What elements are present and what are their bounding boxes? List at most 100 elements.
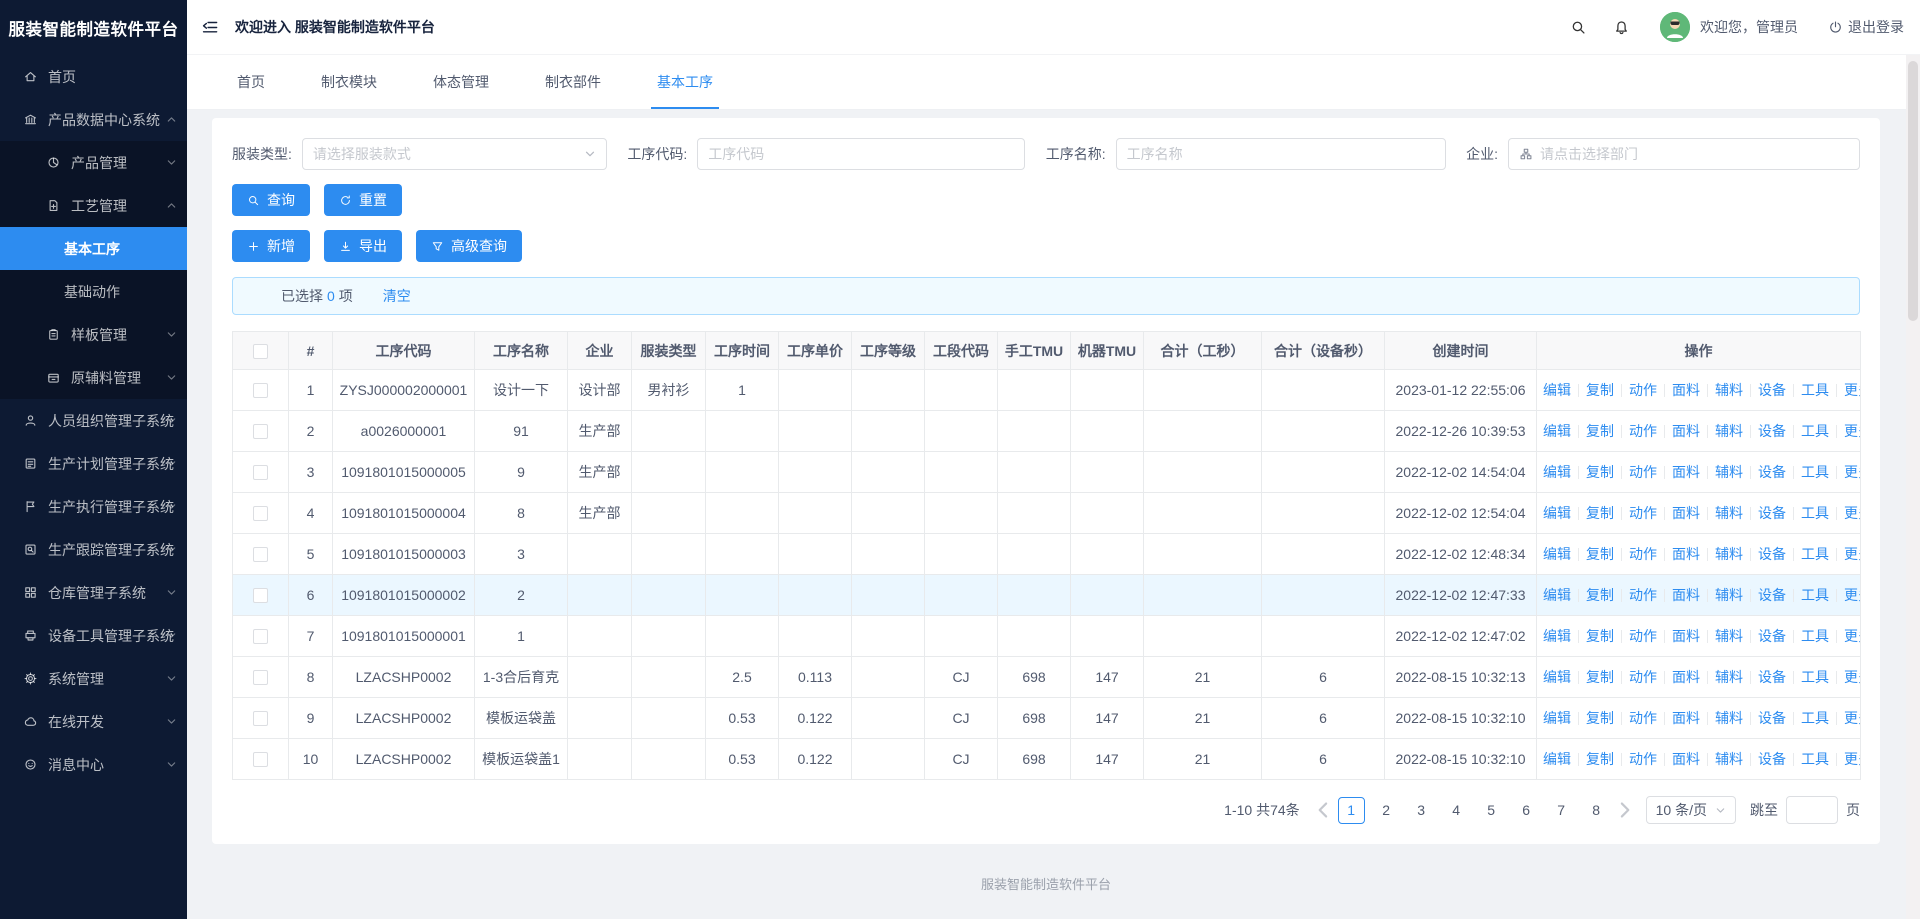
- tab-4-active[interactable]: 基本工序: [637, 55, 733, 109]
- op-tool-link[interactable]: 工具: [1801, 423, 1829, 439]
- op-accessory-link[interactable]: 辅料: [1715, 382, 1743, 398]
- op-more-link[interactable]: 更多: [1844, 669, 1860, 685]
- op-edit-link[interactable]: 编辑: [1543, 587, 1571, 603]
- op-equipment-link[interactable]: 设备: [1758, 751, 1786, 767]
- op-copy-link[interactable]: 复制: [1586, 628, 1614, 644]
- op-equipment-link[interactable]: 设备: [1758, 710, 1786, 726]
- sidebar-item-personnel-org[interactable]: 人员组织管理子系统: [0, 399, 187, 442]
- op-edit-link[interactable]: 编辑: [1543, 464, 1571, 480]
- op-fabric-link[interactable]: 面料: [1672, 669, 1700, 685]
- op-accessory-link[interactable]: 辅料: [1715, 505, 1743, 521]
- op-accessory-link[interactable]: 辅料: [1715, 710, 1743, 726]
- search-icon[interactable]: [1570, 19, 1587, 36]
- op-copy-link[interactable]: 复制: [1586, 751, 1614, 767]
- op-equipment-link[interactable]: 设备: [1758, 546, 1786, 562]
- op-edit-link[interactable]: 编辑: [1543, 628, 1571, 644]
- page-button[interactable]: 5: [1478, 797, 1505, 824]
- page-button[interactable]: 7: [1548, 797, 1575, 824]
- op-copy-link[interactable]: 复制: [1586, 382, 1614, 398]
- process-name-input[interactable]: [1115, 138, 1446, 170]
- row-checkbox[interactable]: [253, 424, 268, 440]
- scrollbar[interactable]: [1906, 55, 1920, 919]
- op-copy-link[interactable]: 复制: [1586, 587, 1614, 603]
- op-action-link[interactable]: 动作: [1629, 423, 1657, 439]
- op-copy-link[interactable]: 复制: [1586, 423, 1614, 439]
- op-copy-link[interactable]: 复制: [1586, 464, 1614, 480]
- advanced-query-button[interactable]: 高级查询: [416, 230, 522, 262]
- select-all-checkbox[interactable]: [253, 343, 268, 359]
- sidebar-item-home[interactable]: 首页: [0, 55, 187, 98]
- query-button[interactable]: 查询: [232, 184, 310, 216]
- op-edit-link[interactable]: 编辑: [1543, 669, 1571, 685]
- op-accessory-link[interactable]: 辅料: [1715, 464, 1743, 480]
- op-fabric-link[interactable]: 面料: [1672, 382, 1700, 398]
- sidebar-item-equipment-tool[interactable]: 设备工具管理子系统: [0, 614, 187, 657]
- op-tool-link[interactable]: 工具: [1801, 546, 1829, 562]
- department-picker[interactable]: 请点击选择部门: [1507, 138, 1860, 170]
- page-button-current[interactable]: 1: [1337, 796, 1365, 824]
- sidebar-item-process-mgmt[interactable]: 工艺管理: [0, 184, 187, 227]
- sidebar-item-basic-process[interactable]: 基本工序: [0, 227, 187, 270]
- op-fabric-link[interactable]: 面料: [1672, 464, 1700, 480]
- op-accessory-link[interactable]: 辅料: [1715, 628, 1743, 644]
- row-checkbox[interactable]: [253, 711, 268, 727]
- op-edit-link[interactable]: 编辑: [1543, 546, 1571, 562]
- op-equipment-link[interactable]: 设备: [1758, 464, 1786, 480]
- op-edit-link[interactable]: 编辑: [1543, 751, 1571, 767]
- reset-button[interactable]: 重置: [324, 184, 402, 216]
- tab-2[interactable]: 体态管理: [413, 55, 509, 109]
- op-more-link[interactable]: 更多: [1844, 710, 1860, 726]
- user-info[interactable]: 欢迎您，管理员: [1660, 12, 1798, 42]
- row-checkbox[interactable]: [253, 752, 268, 768]
- process-code-input[interactable]: [697, 138, 1026, 170]
- page-button[interactable]: 2: [1373, 797, 1400, 824]
- op-tool-link[interactable]: 工具: [1801, 382, 1829, 398]
- next-page-button[interactable]: [1614, 797, 1636, 823]
- prev-page-button[interactable]: [1312, 797, 1334, 823]
- op-equipment-link[interactable]: 设备: [1758, 423, 1786, 439]
- op-edit-link[interactable]: 编辑: [1543, 423, 1571, 439]
- bell-icon[interactable]: [1613, 19, 1630, 36]
- op-edit-link[interactable]: 编辑: [1543, 710, 1571, 726]
- op-accessory-link[interactable]: 辅料: [1715, 423, 1743, 439]
- op-copy-link[interactable]: 复制: [1586, 505, 1614, 521]
- op-more-link[interactable]: 更多: [1844, 382, 1860, 398]
- sidebar-item-product-mgmt[interactable]: 产品管理: [0, 141, 187, 184]
- op-action-link[interactable]: 动作: [1629, 587, 1657, 603]
- op-more-link[interactable]: 更多: [1844, 505, 1860, 521]
- op-fabric-link[interactable]: 面料: [1672, 751, 1700, 767]
- row-checkbox[interactable]: [253, 588, 268, 604]
- logout-button[interactable]: 退出登录: [1828, 17, 1904, 37]
- op-tool-link[interactable]: 工具: [1801, 505, 1829, 521]
- op-equipment-link[interactable]: 设备: [1758, 587, 1786, 603]
- op-copy-link[interactable]: 复制: [1586, 669, 1614, 685]
- op-tool-link[interactable]: 工具: [1801, 669, 1829, 685]
- garment-type-select[interactable]: 请选择服装款式: [301, 138, 607, 170]
- op-action-link[interactable]: 动作: [1629, 710, 1657, 726]
- op-action-link[interactable]: 动作: [1629, 628, 1657, 644]
- sidebar-item-online-dev[interactable]: 在线开发: [0, 700, 187, 743]
- row-checkbox[interactable]: [253, 547, 268, 563]
- row-checkbox[interactable]: [253, 506, 268, 522]
- page-button[interactable]: 3: [1408, 797, 1435, 824]
- op-action-link[interactable]: 动作: [1629, 382, 1657, 398]
- scrollbar-thumb[interactable]: [1908, 61, 1918, 321]
- op-fabric-link[interactable]: 面料: [1672, 546, 1700, 562]
- op-tool-link[interactable]: 工具: [1801, 751, 1829, 767]
- row-checkbox[interactable]: [253, 465, 268, 481]
- op-more-link[interactable]: 更多: [1844, 587, 1860, 603]
- op-more-link[interactable]: 更多: [1844, 751, 1860, 767]
- op-more-link[interactable]: 更多: [1844, 423, 1860, 439]
- op-tool-link[interactable]: 工具: [1801, 464, 1829, 480]
- sidebar-item-product-data-center[interactable]: 产品数据中心系统: [0, 98, 187, 141]
- op-fabric-link[interactable]: 面料: [1672, 505, 1700, 521]
- op-equipment-link[interactable]: 设备: [1758, 628, 1786, 644]
- export-button[interactable]: 导出: [324, 230, 402, 262]
- op-fabric-link[interactable]: 面料: [1672, 628, 1700, 644]
- op-copy-link[interactable]: 复制: [1586, 546, 1614, 562]
- op-edit-link[interactable]: 编辑: [1543, 382, 1571, 398]
- sidebar-item-production-exec[interactable]: 生产执行管理子系统: [0, 485, 187, 528]
- menu-fold-icon[interactable]: [200, 18, 219, 37]
- sidebar-item-production-track[interactable]: 生产跟踪管理子系统: [0, 528, 187, 571]
- row-checkbox[interactable]: [253, 629, 268, 645]
